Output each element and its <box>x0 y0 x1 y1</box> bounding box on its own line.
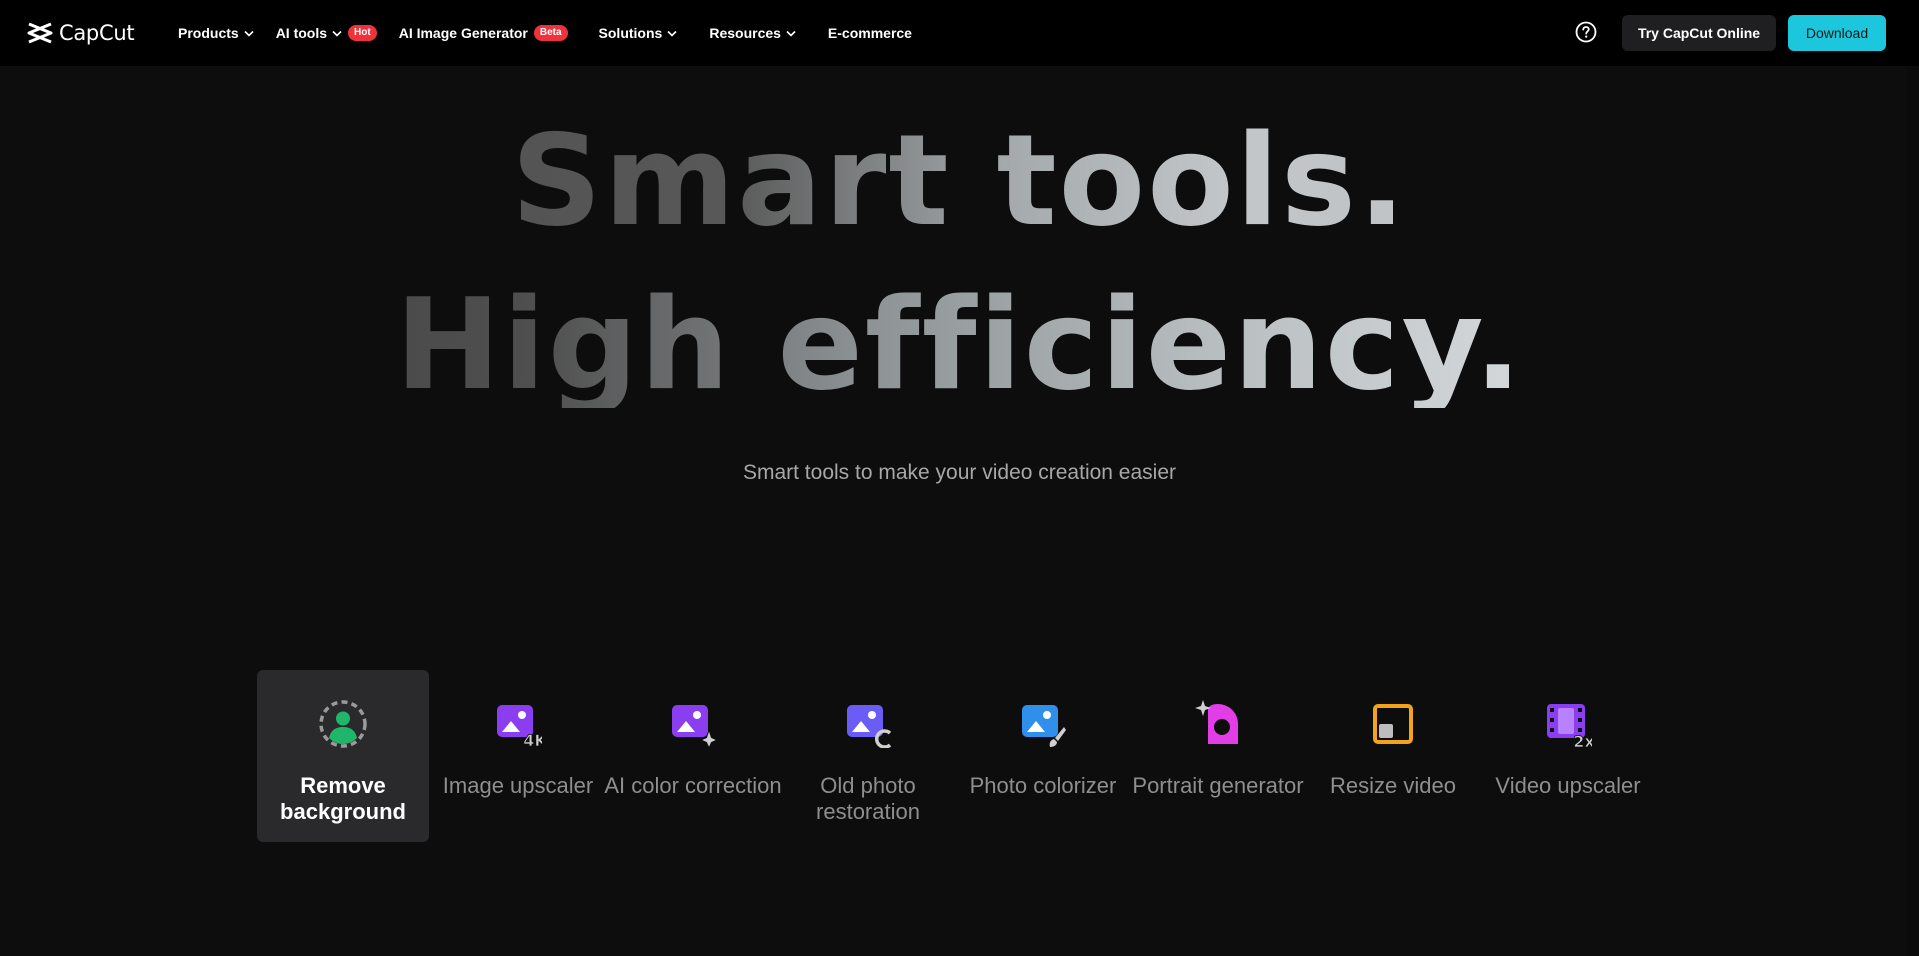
chevron-down-icon <box>667 30 677 37</box>
tool-label: Image upscaler <box>442 773 594 798</box>
help-button[interactable] <box>1575 21 1597 43</box>
nav-resources[interactable]: Resources <box>709 25 796 41</box>
chevron-down-icon <box>244 30 254 37</box>
nav-products[interactable]: Products <box>178 25 254 41</box>
nav-ai-image-generator[interactable]: AI Image Generator Beta <box>399 25 568 41</box>
tool-label: Video upscaler <box>1495 773 1641 798</box>
image-upscaler-4k-icon: 4K <box>494 700 542 748</box>
top-navigation-bar: CapCut Products AI tools Hot AI Image Ge… <box>0 0 1919 66</box>
hero-title-line-1: Smart tools. <box>0 118 1919 244</box>
chevron-down-icon <box>332 30 342 37</box>
ai-color-correction-icon <box>669 700 717 748</box>
tool-old-photo-restoration[interactable]: Old photo restoration <box>782 670 954 842</box>
video-upscaler-2x-icon: 2x <box>1544 700 1592 748</box>
hero-title-line-2: High efficiency. <box>0 282 1919 408</box>
nav-ai-tools[interactable]: AI tools Hot <box>276 25 377 41</box>
portrait-generator-icon <box>1194 700 1242 748</box>
question-circle-icon <box>1575 21 1597 43</box>
nav-label: AI tools <box>275 25 328 41</box>
beta-badge: Beta <box>533 25 568 41</box>
photo-colorizer-icon <box>1019 700 1067 748</box>
tool-remove-background[interactable]: Remove background <box>257 670 429 842</box>
logo-text: CapCut <box>59 21 135 45</box>
remove-background-icon <box>319 700 367 748</box>
chevron-down-icon <box>786 30 796 37</box>
tool-label: Old photo restoration <box>816 773 920 824</box>
capcut-logo-icon <box>27 22 53 44</box>
resize-video-icon <box>1369 700 1417 748</box>
nav-solutions[interactable]: Solutions <box>599 25 678 41</box>
hero-subtitle: Smart tools to make your video creation … <box>742 461 1177 484</box>
tool-label: Resize video <box>1330 773 1456 798</box>
tool-photo-colorizer[interactable]: Photo colorizer <box>957 670 1129 842</box>
capcut-logo[interactable]: CapCut <box>27 18 135 48</box>
tool-label: Portrait generator <box>1132 773 1304 798</box>
nav-label: E-commerce <box>827 25 912 41</box>
download-button[interactable]: Download <box>1788 15 1886 51</box>
nav-label: AI Image Generator <box>398 25 528 41</box>
tool-resize-video[interactable]: Resize video <box>1307 670 1479 842</box>
tool-ai-color-correction[interactable]: AI color correction <box>604 670 782 842</box>
svg-text:2x: 2x <box>1573 732 1592 748</box>
tool-video-upscaler[interactable]: 2x Video upscaler <box>1482 670 1654 842</box>
tool-label: Remove background <box>280 773 406 824</box>
tool-label: AI color correction <box>604 773 782 798</box>
tool-portrait-generator[interactable]: Portrait generator <box>1132 670 1304 842</box>
old-photo-restoration-icon <box>844 700 892 748</box>
try-capcut-online-button[interactable]: Try CapCut Online <box>1622 15 1776 51</box>
nav-label: Products <box>178 25 239 41</box>
tool-image-upscaler[interactable]: 4K Image upscaler <box>432 670 604 842</box>
nav-label: Resources <box>709 25 781 41</box>
hot-badge: Hot <box>348 25 377 41</box>
tool-label: Photo colorizer <box>969 773 1117 798</box>
svg-text:4K: 4K <box>523 731 542 748</box>
nav-label: Solutions <box>598 25 663 41</box>
nav-e-commerce[interactable]: E-commerce <box>828 25 912 41</box>
main-nav: Products AI tools Hot AI Image Generator… <box>178 0 934 66</box>
